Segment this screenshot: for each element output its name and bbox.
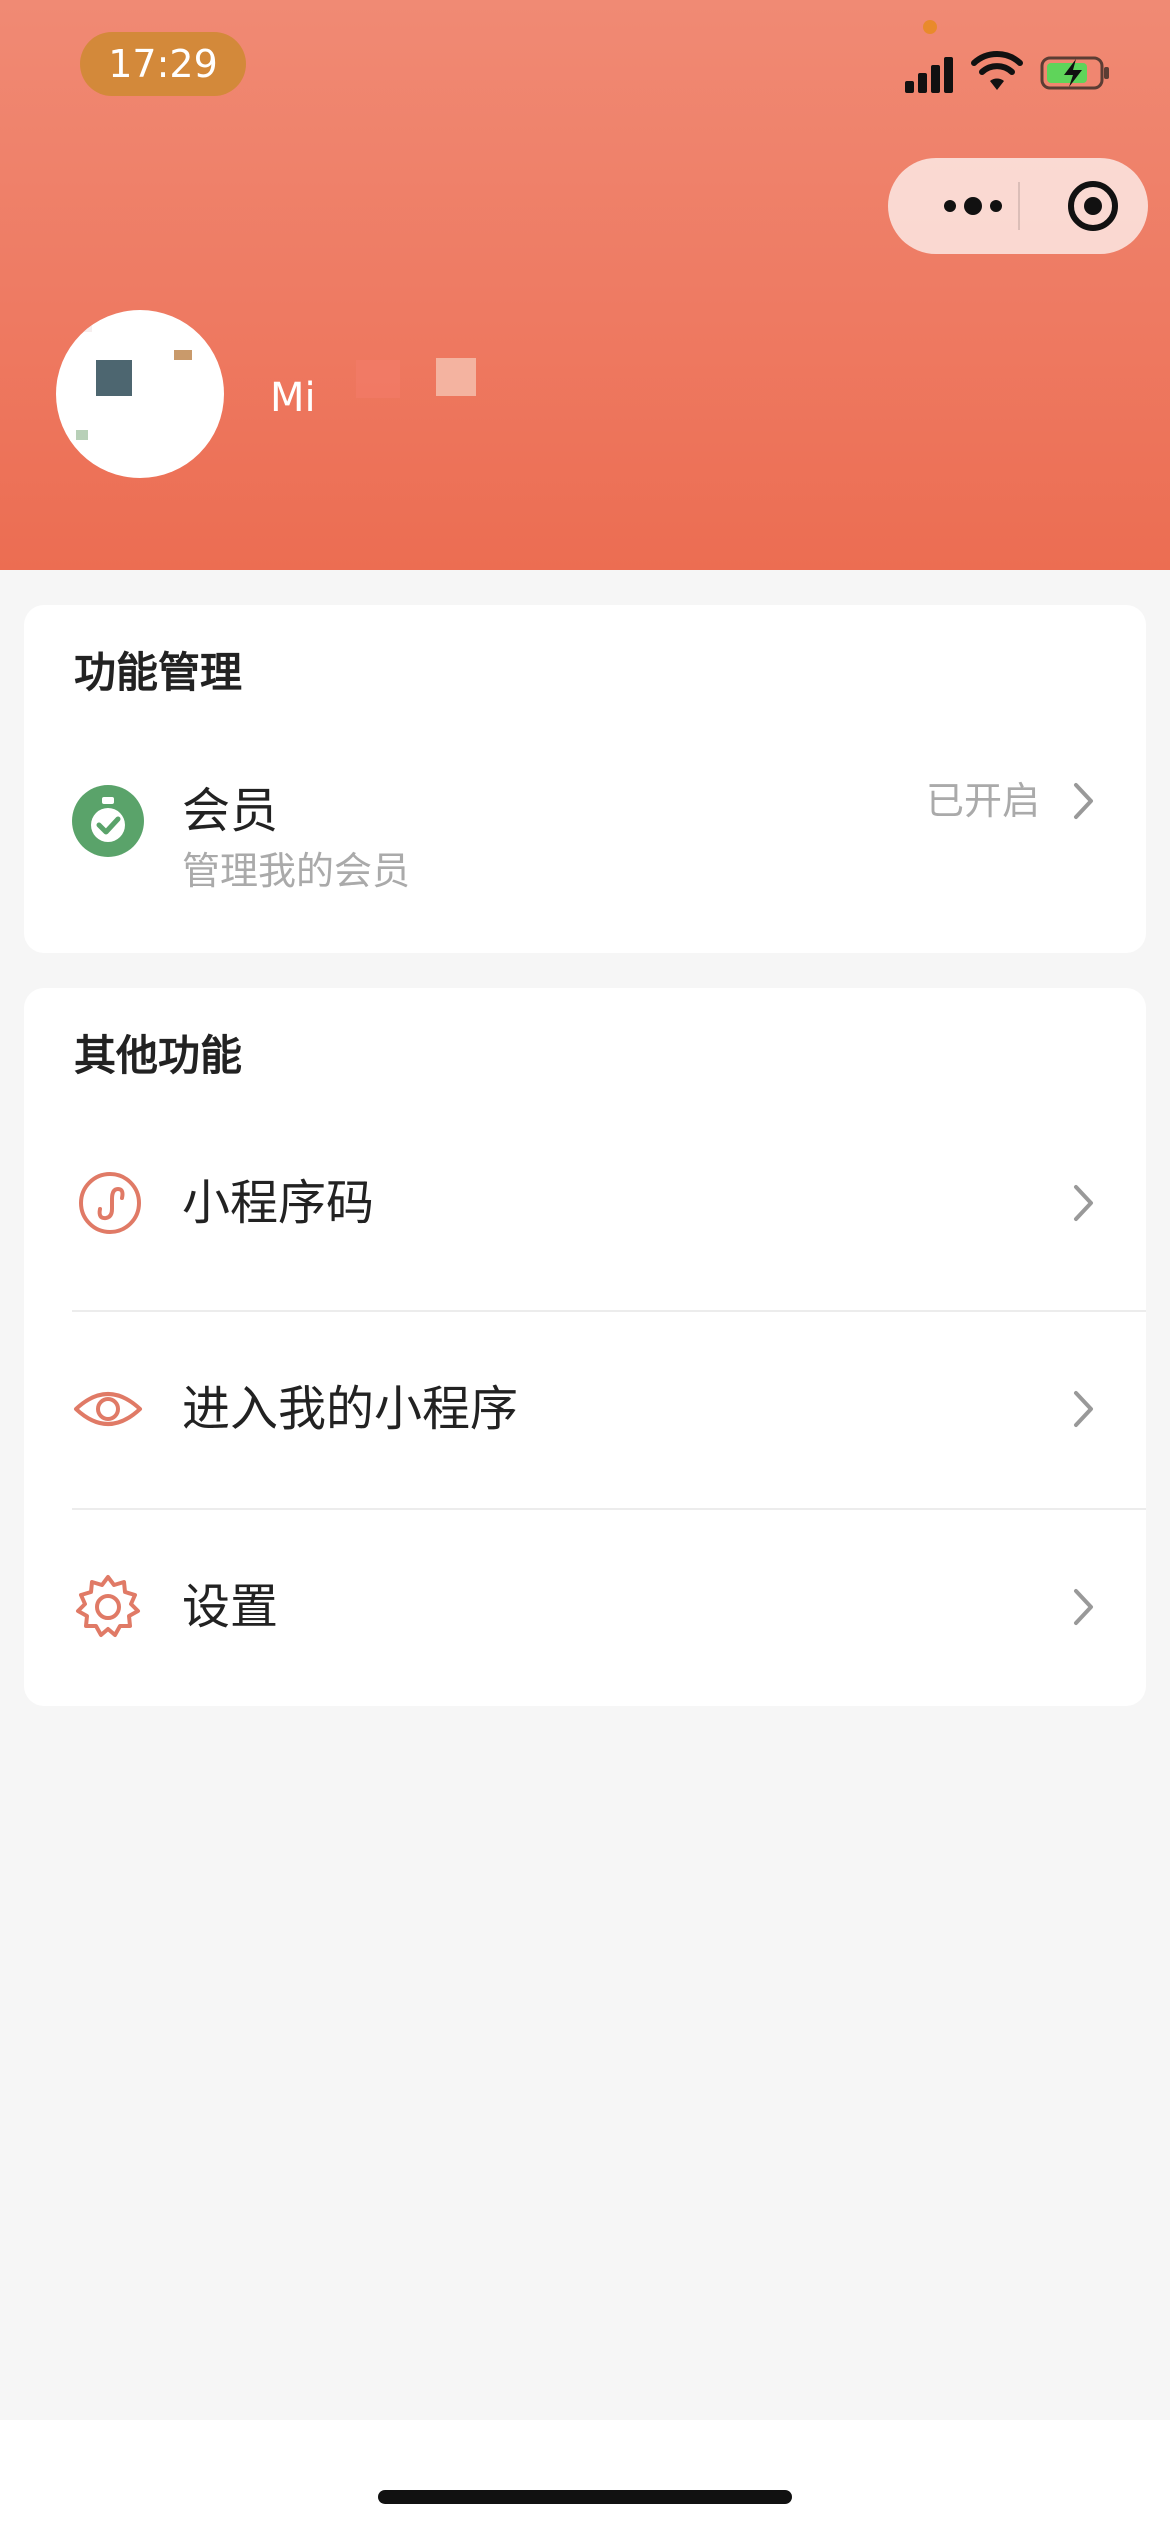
privacy-indicator-dot <box>923 20 937 34</box>
more-options-icon[interactable] <box>928 158 1018 254</box>
battery-charging-icon <box>1040 56 1109 90</box>
status-time: 17:29 <box>80 32 246 96</box>
name-redaction <box>356 360 400 398</box>
member-label: 会员 <box>182 783 279 839</box>
cellular-signal-icon <box>905 55 957 93</box>
wifi-icon <box>971 51 1023 90</box>
other-functions-card: 其他功能 小程序码 进入我的小程序 设置 <box>24 988 1146 1706</box>
list-item-label: 设置 <box>182 1579 279 1635</box>
avatar[interactable] <box>56 310 224 478</box>
section-title: 功能管理 <box>74 648 243 697</box>
member-subtitle: 管理我的会员 <box>182 849 411 893</box>
member-row[interactable]: 会员 管理我的会员 已开启 <box>24 755 1146 915</box>
list-item-enter-my-mini-program[interactable]: 进入我的小程序 <box>24 1311 1146 1507</box>
home-indicator[interactable] <box>378 2490 792 2504</box>
list-item-label: 小程序码 <box>182 1175 375 1231</box>
close-mini-program-icon[interactable] <box>1048 158 1138 254</box>
chevron-right-icon <box>1074 783 1093 819</box>
username: Mi <box>270 375 316 421</box>
capsule-divider <box>1018 182 1020 230</box>
mini-program-capsule <box>888 158 1148 254</box>
profile-header: 17:29 Mi <box>0 0 1170 570</box>
mini-program-icon <box>79 1172 141 1234</box>
name-redaction <box>436 358 476 396</box>
function-management-card: 功能管理 会员 管理我的会员 已开启 <box>24 605 1146 953</box>
member-stopwatch-icon <box>72 785 144 857</box>
section-title: 其他功能 <box>74 1031 243 1080</box>
member-status: 已开启 <box>925 779 1040 823</box>
list-item-label: 进入我的小程序 <box>182 1381 519 1437</box>
eye-icon <box>74 1392 142 1426</box>
list-item-settings[interactable]: 设置 <box>24 1509 1146 1706</box>
gear-icon <box>76 1575 140 1637</box>
list-item-mini-program-code[interactable]: 小程序码 <box>24 1108 1146 1298</box>
bottom-safe-area <box>0 2420 1170 2532</box>
chevron-right-icon <box>1074 1391 1093 1427</box>
chevron-right-icon <box>1074 1185 1093 1221</box>
chevron-right-icon <box>1074 1589 1093 1625</box>
